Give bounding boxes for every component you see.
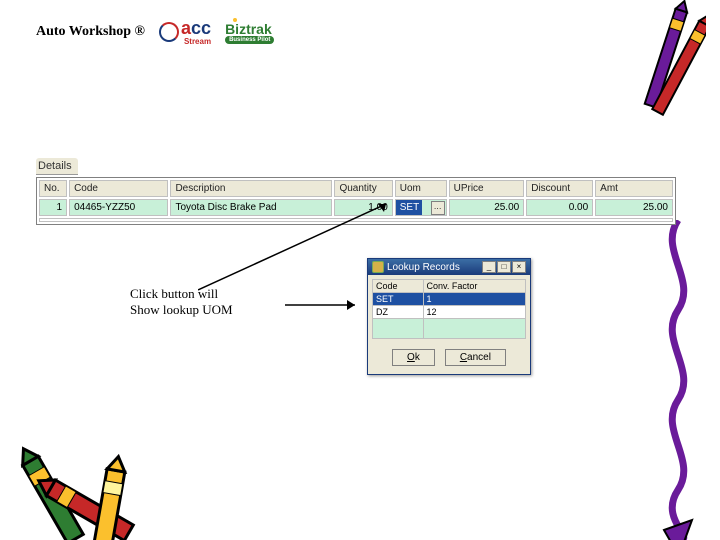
cell-uprice[interactable]: 25.00 (449, 199, 525, 216)
logo-accstream: acc Stream (159, 18, 211, 46)
minimize-button[interactable]: _ (482, 261, 496, 273)
lookup-empty-area (373, 319, 526, 339)
cell-disc[interactable]: 0.00 (526, 199, 593, 216)
cell-no[interactable]: 1 (39, 199, 67, 216)
lookup-cell-code[interactable]: DZ (373, 306, 424, 319)
decorative-crayons-top-right (636, 0, 706, 130)
grid-blank-row (39, 218, 673, 222)
lookup-window-icon (372, 261, 384, 273)
lookup-col-code: Code (373, 280, 424, 293)
close-button[interactable]: × (512, 261, 526, 273)
lookup-row[interactable]: DZ 12 (373, 306, 526, 319)
grid-header-row: No. Code Description Quantity Uom UPrice… (39, 180, 673, 197)
maximize-button[interactable]: □ (497, 261, 511, 273)
col-code: Code (69, 180, 168, 197)
col-no: No. (39, 180, 67, 197)
lookup-row-selected[interactable]: SET 1 (373, 293, 526, 306)
cell-desc[interactable]: Toyota Disc Brake Pad (170, 199, 332, 216)
lookup-grid: Code Conv. Factor SET 1 DZ 12 (372, 279, 526, 339)
callout-line2: Show lookup UOM (130, 302, 233, 318)
cell-code[interactable]: 04465-YZZ50 (69, 199, 168, 216)
cancel-button[interactable]: Cancel (445, 349, 506, 366)
ok-button[interactable]: Ok (392, 349, 435, 366)
col-desc: Description (170, 180, 332, 197)
callout-text: Click button will Show lookup UOM (130, 286, 233, 317)
callout-line1: Click button will (130, 286, 233, 302)
lookup-col-conv: Conv. Factor (423, 280, 526, 293)
col-uprice: UPrice (449, 180, 525, 197)
details-grid: No. Code Description Quantity Uom UPrice… (36, 177, 676, 225)
page-header: Auto Workshop ® acc Stream Biztrak Busin… (36, 18, 274, 46)
grid-row[interactable]: 1 04465-YZZ50 Toyota Disc Brake Pad 1.00… (39, 199, 673, 216)
details-tab-label: Details (36, 158, 78, 175)
decorative-crayons-bottom-left (0, 410, 170, 540)
page-title: Auto Workshop ® (36, 24, 145, 40)
col-disc: Discount (526, 180, 593, 197)
lookup-cell-conv[interactable]: 1 (423, 293, 526, 306)
lookup-header-row: Code Conv. Factor (373, 280, 526, 293)
arrow-to-lookup (285, 295, 365, 315)
cell-amt[interactable]: 25.00 (595, 199, 673, 216)
uom-value: SET (396, 200, 422, 215)
lookup-title-text: Lookup Records (387, 262, 460, 273)
logo-biztrak: Biztrak Business Pilot (225, 21, 274, 44)
details-panel: Details No. Code Description Quantity Uo… (36, 158, 676, 225)
lookup-titlebar[interactable]: Lookup Records _ □ × (368, 259, 530, 275)
decorative-squiggle-right (654, 220, 702, 540)
cell-qty[interactable]: 1.00 (334, 199, 392, 216)
uom-lookup-button[interactable] (431, 201, 445, 215)
cell-uom[interactable]: SET (395, 199, 447, 216)
lookup-cell-conv[interactable]: 12 (423, 306, 526, 319)
col-uom: Uom (395, 180, 447, 197)
col-amt: Amt (595, 180, 673, 197)
col-qty: Quantity (334, 180, 392, 197)
lookup-window: Lookup Records _ □ × Code Conv. Factor S… (367, 258, 531, 375)
lookup-cell-code[interactable]: SET (373, 293, 424, 306)
